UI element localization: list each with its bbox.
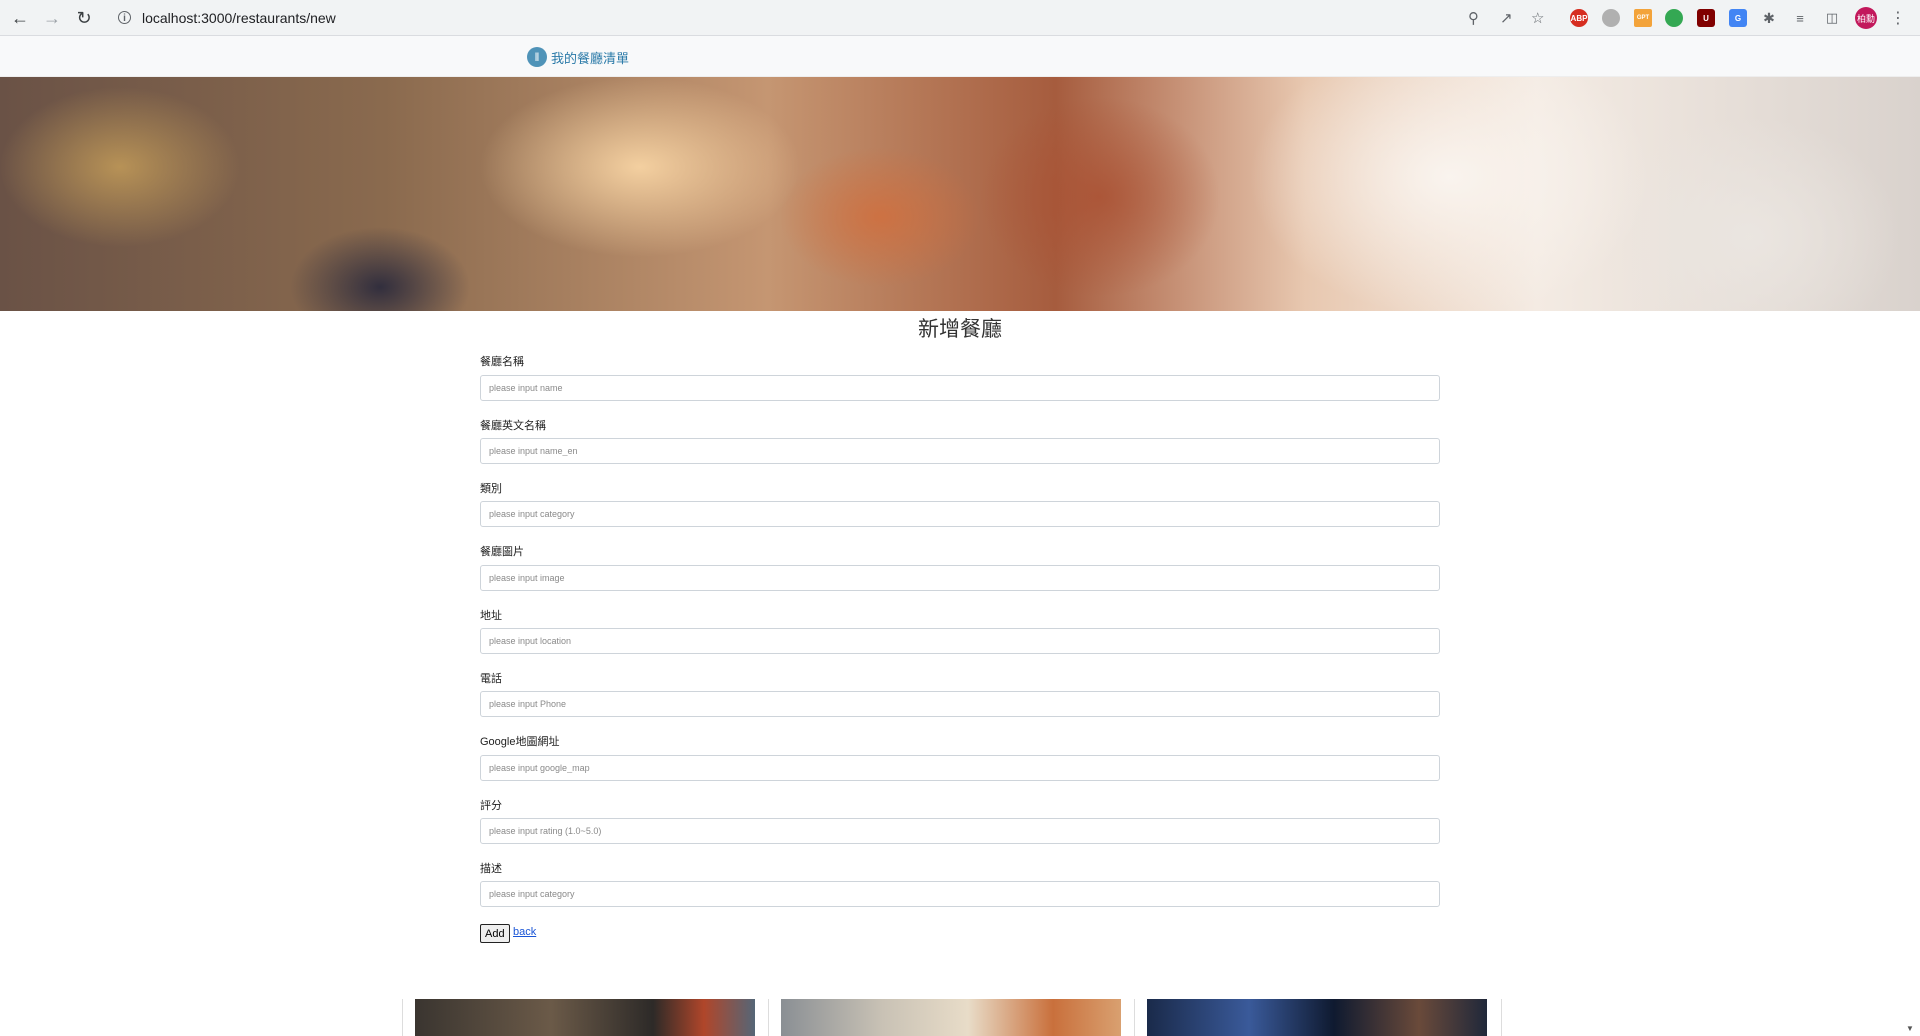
google-map-input[interactable] xyxy=(480,755,1440,781)
app-navbar: ‖ 我的餐廳清單 xyxy=(0,36,1920,77)
translate-icon[interactable]: G xyxy=(1729,9,1747,27)
puzzle-icon[interactable]: ✱ xyxy=(1760,9,1778,27)
brand-text: 我的餐廳清單 xyxy=(551,50,630,66)
profile-avatar[interactable]: 柏勳 xyxy=(1855,7,1877,29)
web-extension-icon[interactable] xyxy=(1602,9,1620,27)
browser-toolbar: ← → ↻ i localhost:3000/restaurants/new ⚲… xyxy=(0,0,1920,36)
share-icon[interactable]: ↗ xyxy=(1500,9,1513,27)
rating-input[interactable] xyxy=(480,818,1440,844)
url-text[interactable]: localhost:3000/restaurants/new xyxy=(142,10,336,26)
restaurant-card-image[interactable] xyxy=(415,999,755,1036)
label-category: 類別 xyxy=(480,483,502,495)
ublock-icon[interactable]: U xyxy=(1697,9,1715,27)
name-en-input[interactable] xyxy=(480,438,1440,464)
label-description: 描述 xyxy=(480,863,502,875)
chrome-extension-icon[interactable] xyxy=(1665,9,1683,27)
label-location: 地址 xyxy=(480,610,502,622)
brand-link[interactable]: ‖ 我的餐廳清單 xyxy=(527,47,629,67)
phone-input[interactable] xyxy=(480,691,1440,717)
card-divider xyxy=(1134,999,1135,1036)
zoom-icon[interactable]: ⚲ xyxy=(1468,9,1479,27)
adblock-icon[interactable]: ABP xyxy=(1570,9,1588,27)
name-input[interactable] xyxy=(480,375,1440,401)
page-title: 新增餐廳 xyxy=(918,318,1002,341)
label-phone: 電話 xyxy=(480,673,502,685)
back-link[interactable]: back xyxy=(513,926,536,938)
address-bar[interactable]: i localhost:3000/restaurants/new ⚲ ↗ ☆ xyxy=(110,4,1554,32)
playlist-icon[interactable]: ≡ xyxy=(1791,9,1809,27)
bookmark-star-icon[interactable]: ☆ xyxy=(1531,9,1544,27)
label-image: 餐廳圖片 xyxy=(480,546,524,558)
label-google-map: Google地圖網址 xyxy=(480,736,560,748)
description-input[interactable] xyxy=(480,881,1440,907)
restaurant-cards-row xyxy=(402,999,1502,1036)
forward-arrow-icon[interactable]: → xyxy=(40,7,64,29)
label-name-en: 餐廳英文名稱 xyxy=(480,420,546,432)
label-name: 餐廳名稱 xyxy=(480,356,524,368)
kebab-menu-icon[interactable]: ⋮ xyxy=(1890,8,1906,28)
restaurant-card-image[interactable] xyxy=(781,999,1121,1036)
site-info-icon[interactable]: i xyxy=(118,11,131,24)
label-rating: 評分 xyxy=(480,800,502,812)
add-button[interactable]: Add xyxy=(480,924,510,943)
card-divider xyxy=(768,999,769,1036)
restaurant-card-image[interactable] xyxy=(1147,999,1487,1036)
back-arrow-icon[interactable]: ← xyxy=(8,7,32,29)
location-input[interactable] xyxy=(480,628,1440,654)
reload-icon[interactable]: ↻ xyxy=(72,7,96,29)
image-input[interactable] xyxy=(480,565,1440,591)
scroll-down-arrow-icon[interactable]: ▼ xyxy=(1906,1024,1916,1034)
category-input[interactable] xyxy=(480,501,1440,527)
start-gpt-icon[interactable]: GPT xyxy=(1634,9,1652,27)
sidepanel-icon[interactable]: ◫ xyxy=(1823,9,1841,27)
utensils-icon: ‖ xyxy=(527,47,547,67)
hero-banner-image xyxy=(0,77,1920,311)
